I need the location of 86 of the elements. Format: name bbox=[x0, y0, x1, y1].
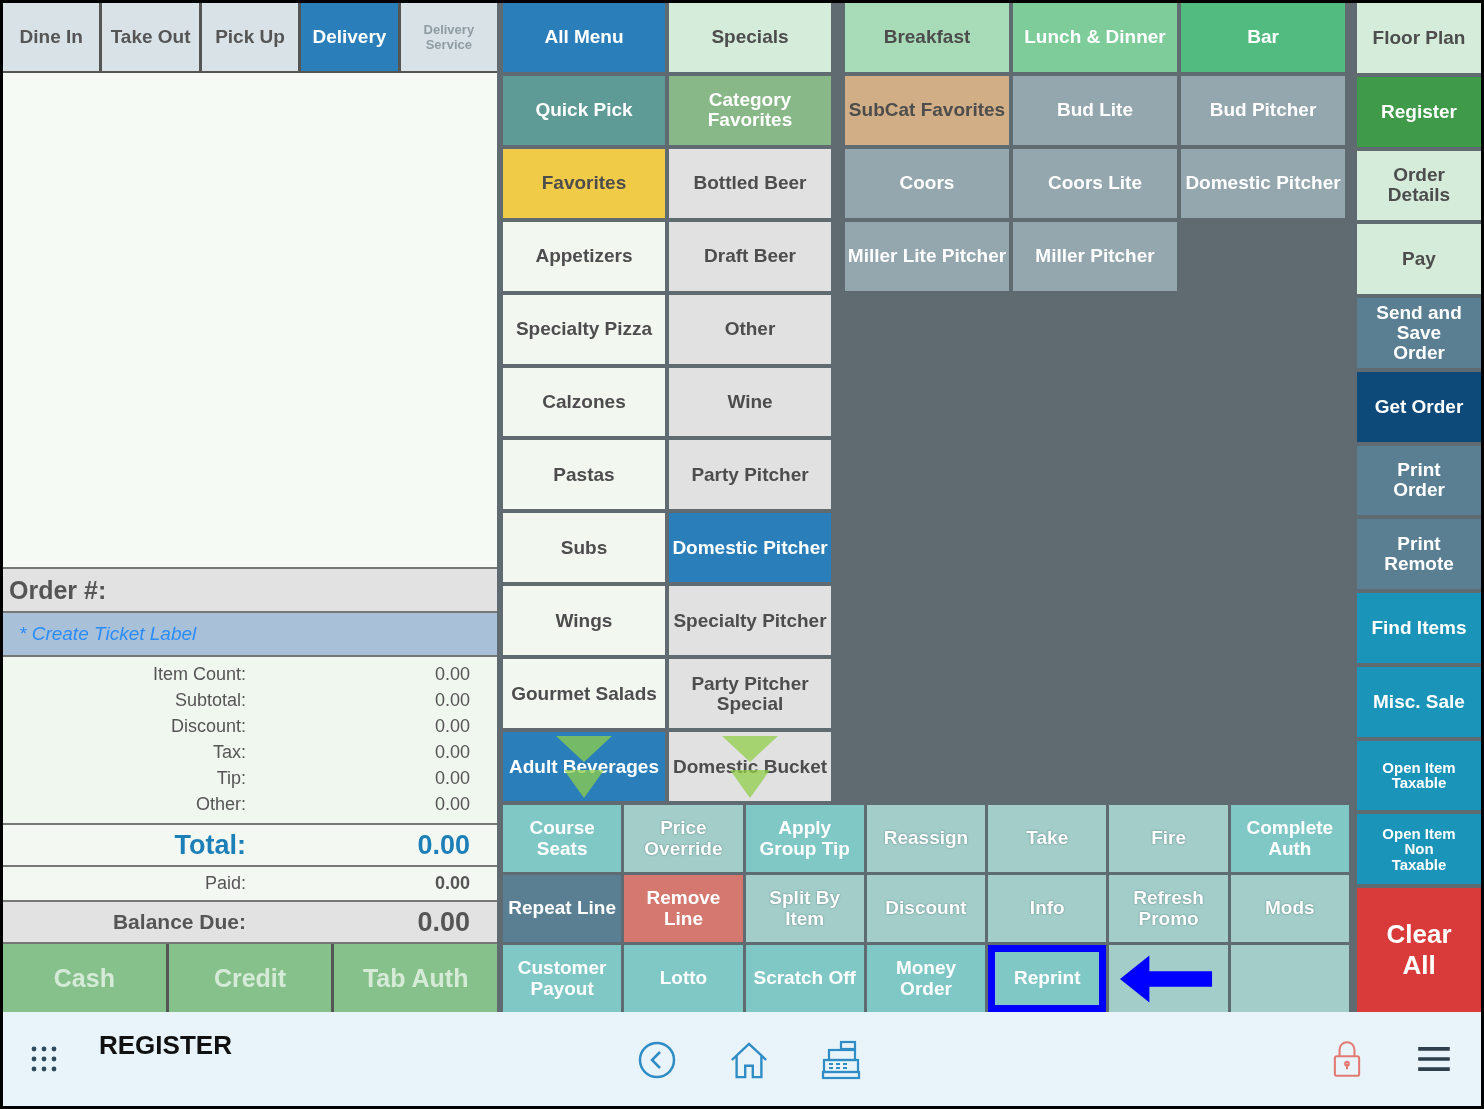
action-button[interactable]: Repeat Line bbox=[503, 875, 622, 942]
order-type-tab[interactable]: Delivery bbox=[301, 3, 398, 71]
balance-due-label: Balance Due: bbox=[111, 910, 246, 934]
action-button[interactable]: Complete Auth bbox=[1230, 805, 1349, 872]
subcategory-button[interactable]: Other bbox=[669, 294, 831, 364]
menu-item-button[interactable]: Coors bbox=[845, 148, 1009, 218]
summary-label: Tax: bbox=[212, 741, 246, 763]
subcategory-button[interactable]: Draft Beer bbox=[669, 221, 831, 291]
menu-item-button[interactable]: Coors Lite bbox=[1013, 148, 1177, 218]
lock-icon[interactable] bbox=[1333, 1040, 1361, 1078]
side-action-button[interactable]: Send and Save Order bbox=[1357, 298, 1481, 368]
side-action-button[interactable]: Print Remote bbox=[1357, 519, 1481, 589]
side-action-button[interactable]: Get Order bbox=[1357, 371, 1481, 442]
side-action-button[interactable]: Clear All bbox=[1357, 888, 1481, 1012]
subcategory-button[interactable]: Specialty Pitcher bbox=[669, 586, 831, 656]
action-button[interactable]: Reprint bbox=[988, 945, 1107, 1012]
action-button[interactable]: Lotto bbox=[624, 945, 743, 1012]
category-button[interactable]: Quick Pick bbox=[503, 75, 665, 145]
side-action-button[interactable]: Misc. Sale bbox=[1357, 666, 1481, 737]
paid-value: 0.00 bbox=[433, 873, 470, 894]
category-button[interactable]: Appetizers bbox=[503, 221, 665, 291]
subcategory-button[interactable]: Wine bbox=[669, 367, 831, 437]
summary-value: 0.00 bbox=[433, 793, 470, 815]
category-button[interactable]: Gourmet Salads bbox=[503, 659, 665, 729]
total-label: Total: bbox=[173, 829, 246, 861]
category-button[interactable]: Subs bbox=[503, 513, 665, 583]
subcategory-button[interactable]: Specials bbox=[669, 3, 831, 72]
subcategory-button[interactable]: Party Pitcher bbox=[669, 440, 831, 510]
menu-item-button[interactable]: Breakfast bbox=[845, 3, 1009, 72]
category-button[interactable]: Favorites bbox=[503, 148, 665, 218]
action-button[interactable]: Remove Line bbox=[624, 875, 743, 942]
menu-item-button[interactable]: Miller Lite Pitcher bbox=[845, 221, 1009, 291]
menu-item-button[interactable]: Domestic Pitcher bbox=[1181, 148, 1345, 218]
side-action-button[interactable]: Open Item Taxable bbox=[1357, 740, 1481, 811]
side-action-button[interactable]: Order Details bbox=[1357, 150, 1481, 221]
category-button[interactable]: Wings bbox=[503, 586, 665, 656]
summary-label: Subtotal: bbox=[173, 689, 246, 711]
menu-item-button[interactable]: Bud Pitcher bbox=[1181, 75, 1345, 145]
summary-label: Discount: bbox=[169, 715, 246, 737]
action-button[interactable]: Scratch Off bbox=[745, 945, 864, 1012]
category-button[interactable]: Specialty Pizza bbox=[503, 294, 665, 364]
side-action-button[interactable]: Open Item Non Taxable bbox=[1357, 814, 1481, 884]
subcategory-button[interactable]: Bottled Beer bbox=[669, 148, 831, 218]
category-button[interactable]: Calzones bbox=[503, 367, 665, 437]
menu-item-button[interactable]: Bar bbox=[1181, 3, 1345, 72]
balance-due-value: 0.00 bbox=[416, 906, 470, 938]
side-action-button[interactable]: Find Items bbox=[1357, 593, 1481, 663]
menu-item-button[interactable]: Lunch & Dinner bbox=[1013, 3, 1177, 72]
summary-value: 0.00 bbox=[433, 741, 470, 763]
cash-register-icon[interactable] bbox=[821, 1040, 861, 1080]
action-button[interactable]: Customer Payout bbox=[503, 945, 622, 1012]
order-type-tab[interactable]: Dine In bbox=[3, 3, 100, 71]
summary-label: Tip: bbox=[215, 767, 246, 789]
side-action-button[interactable]: Print Order bbox=[1357, 445, 1481, 516]
summary-value: 0.00 bbox=[433, 663, 470, 685]
action-button[interactable]: Apply Group Tip bbox=[745, 805, 864, 872]
summary-label: Item Count: bbox=[151, 663, 246, 685]
apps-grid-icon[interactable] bbox=[31, 1046, 57, 1072]
order-type-tab[interactable]: Take Out bbox=[102, 3, 199, 71]
category-button[interactable]: All Menu bbox=[503, 3, 665, 72]
total-value: 0.00 bbox=[416, 829, 470, 861]
action-button[interactable]: Money Order bbox=[866, 945, 986, 1012]
back-icon[interactable] bbox=[637, 1040, 677, 1080]
menu-item-button[interactable]: Miller Pitcher bbox=[1013, 221, 1177, 291]
summary-label: Other: bbox=[194, 793, 246, 815]
action-button[interactable]: Course Seats bbox=[503, 805, 622, 872]
home-icon[interactable] bbox=[729, 1040, 769, 1080]
order-number-label: Order #: bbox=[9, 575, 107, 605]
order-type-tab[interactable]: Pick Up bbox=[201, 3, 299, 71]
summary-value: 0.00 bbox=[433, 767, 470, 789]
paid-label: Paid: bbox=[203, 873, 246, 894]
subcategory-button[interactable]: Domestic Pitcher bbox=[669, 513, 831, 583]
subcategory-button[interactable]: Party Pitcher Special bbox=[669, 659, 831, 729]
menu-icon[interactable] bbox=[1417, 1046, 1451, 1072]
menu-item-button[interactable]: Bud Lite bbox=[1013, 75, 1177, 145]
action-tile[interactable] bbox=[1230, 945, 1349, 1012]
summary-value: 0.00 bbox=[433, 689, 470, 711]
side-action-button[interactable]: Floor Plan bbox=[1357, 3, 1481, 73]
summary-value: 0.00 bbox=[433, 715, 470, 737]
side-action-button[interactable]: Pay bbox=[1357, 224, 1481, 294]
menu-item-button[interactable]: SubCat Favorites bbox=[845, 75, 1009, 145]
side-action-button[interactable]: Register bbox=[1357, 76, 1481, 147]
screen-title: REGISTER bbox=[99, 1030, 232, 1061]
create-ticket-label-link[interactable]: * Create Ticket Label bbox=[19, 623, 197, 645]
category-button[interactable]: Pastas bbox=[503, 440, 665, 510]
subcategory-button[interactable]: Category Favorites bbox=[669, 75, 831, 145]
